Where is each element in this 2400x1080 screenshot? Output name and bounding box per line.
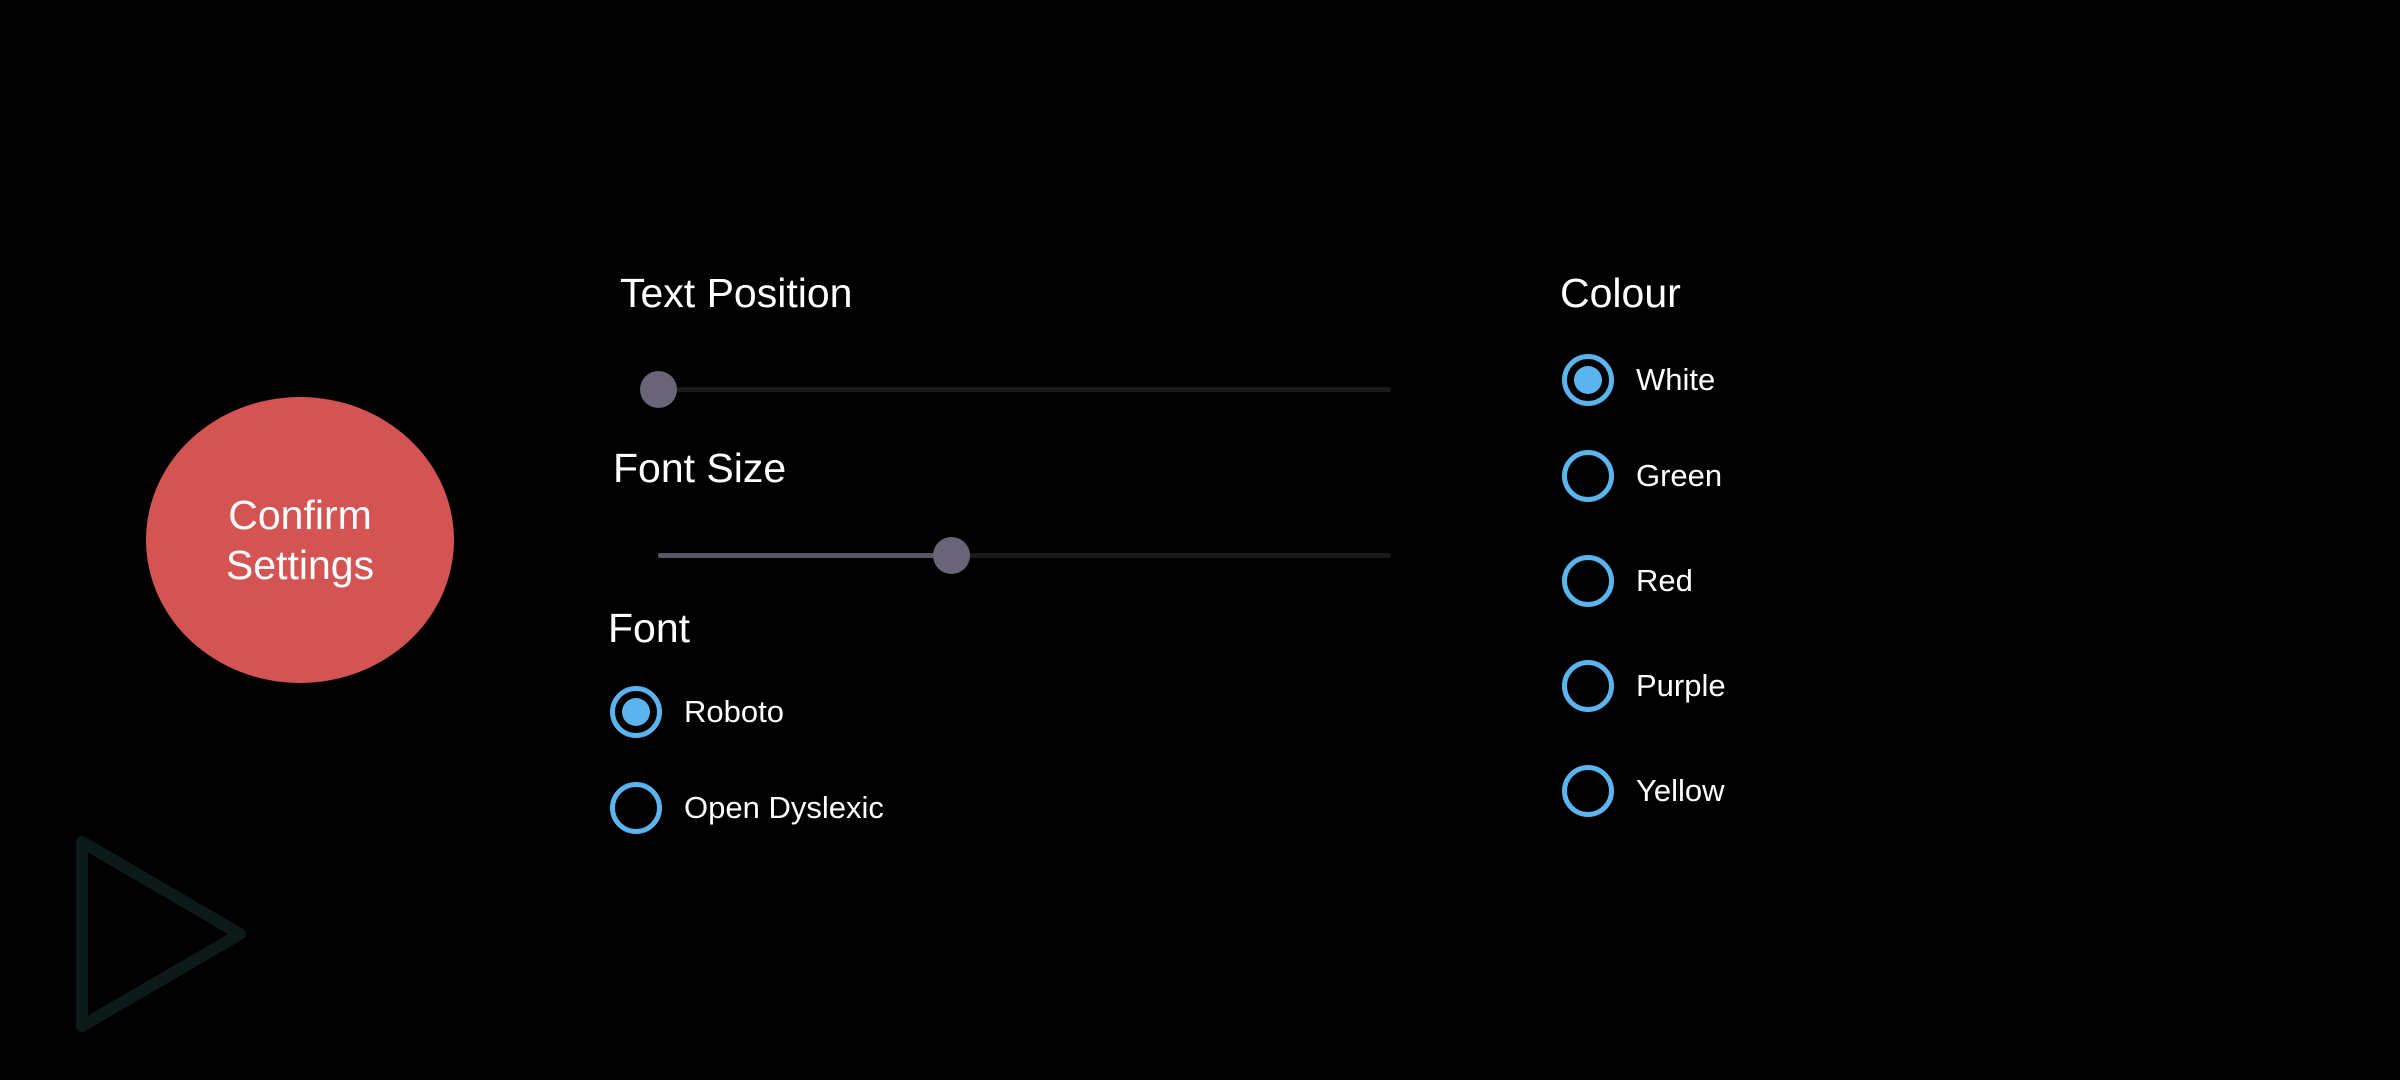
colour-title: Colour: [1560, 270, 1681, 316]
text-position-slider[interactable]: [640, 369, 1391, 409]
slider-thumb[interactable]: [640, 371, 677, 408]
radio-button[interactable]: [610, 686, 662, 738]
colour-option-white[interactable]: White: [1562, 348, 1715, 412]
font-size-slider[interactable]: [658, 535, 1391, 575]
radio-button[interactable]: [1562, 450, 1614, 502]
radio-button[interactable]: [1562, 660, 1614, 712]
font-title: Font: [608, 605, 691, 651]
radio-button[interactable]: [1562, 354, 1614, 406]
radio-button[interactable]: [610, 782, 662, 834]
settings-screen: Confirm Settings Text Position Font Size…: [0, 0, 2400, 1080]
radio-button[interactable]: [1562, 765, 1614, 817]
radio-selected-dot: [1574, 366, 1602, 394]
font-option-open-dyslexic[interactable]: Open Dyslexic: [610, 776, 884, 840]
colour-option-label: Purple: [1636, 668, 1726, 703]
font-option-label: Open Dyslexic: [684, 790, 884, 825]
colour-option-label: White: [1636, 362, 1716, 397]
colour-option-purple[interactable]: Purple: [1562, 654, 1726, 718]
radio-selected-dot: [622, 698, 650, 726]
colour-option-green[interactable]: Green: [1562, 444, 1722, 508]
font-size-title: Font Size: [613, 445, 787, 491]
slider-track: [658, 387, 1391, 392]
colour-option-yellow[interactable]: Yellow: [1562, 759, 1724, 823]
colour-option-red[interactable]: Red: [1562, 549, 1693, 613]
radio-button[interactable]: [1562, 555, 1614, 607]
slider-fill: [658, 553, 952, 558]
colour-option-label: Yellow: [1636, 773, 1725, 808]
font-option-roboto[interactable]: Roboto: [610, 680, 784, 744]
colour-option-label: Red: [1636, 563, 1693, 598]
slider-thumb[interactable]: [933, 537, 971, 574]
play-icon[interactable]: [74, 836, 250, 1032]
text-position-title: Text Position: [620, 270, 853, 316]
confirm-settings-button[interactable]: Confirm Settings: [146, 397, 454, 683]
font-option-label: Roboto: [684, 694, 784, 729]
colour-option-label: Green: [1636, 458, 1723, 493]
